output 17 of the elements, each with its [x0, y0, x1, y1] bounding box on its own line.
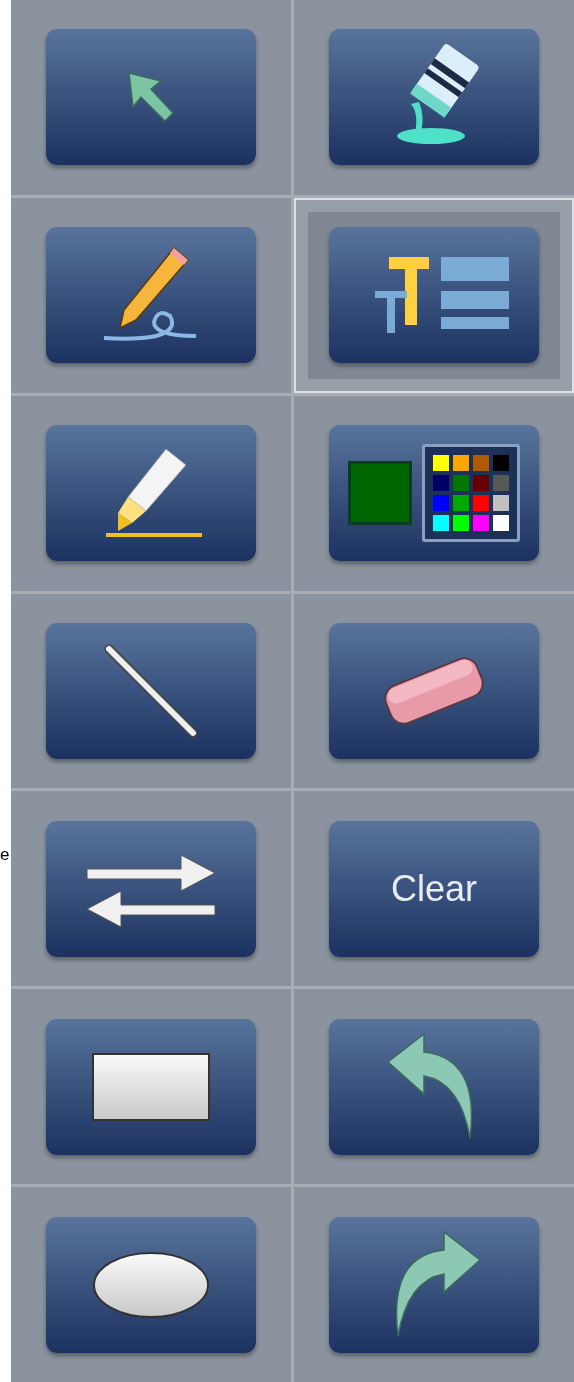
text-tool-button[interactable] — [329, 227, 539, 364]
highlighter-tool-button[interactable] — [46, 425, 256, 562]
color-picker-button[interactable] — [329, 425, 539, 562]
select-tool-button[interactable] — [46, 29, 256, 166]
rectangle-icon — [91, 1051, 211, 1122]
ellipse-tool-button[interactable] — [46, 1216, 256, 1353]
undo-button[interactable] — [329, 1018, 539, 1155]
swap-button[interactable] — [46, 820, 256, 957]
ellipse-icon — [91, 1249, 211, 1320]
fill-tool-button[interactable] — [329, 29, 539, 166]
rectangle-tool-button[interactable] — [46, 1018, 256, 1155]
line-tool-button[interactable] — [46, 623, 256, 759]
pen-tool-button[interactable] — [46, 227, 256, 364]
clear-button[interactable]: Clear — [329, 820, 539, 957]
cut-off-letter: e — [0, 845, 11, 865]
redo-button[interactable] — [329, 1216, 539, 1353]
eraser-tool-button[interactable] — [329, 623, 539, 759]
